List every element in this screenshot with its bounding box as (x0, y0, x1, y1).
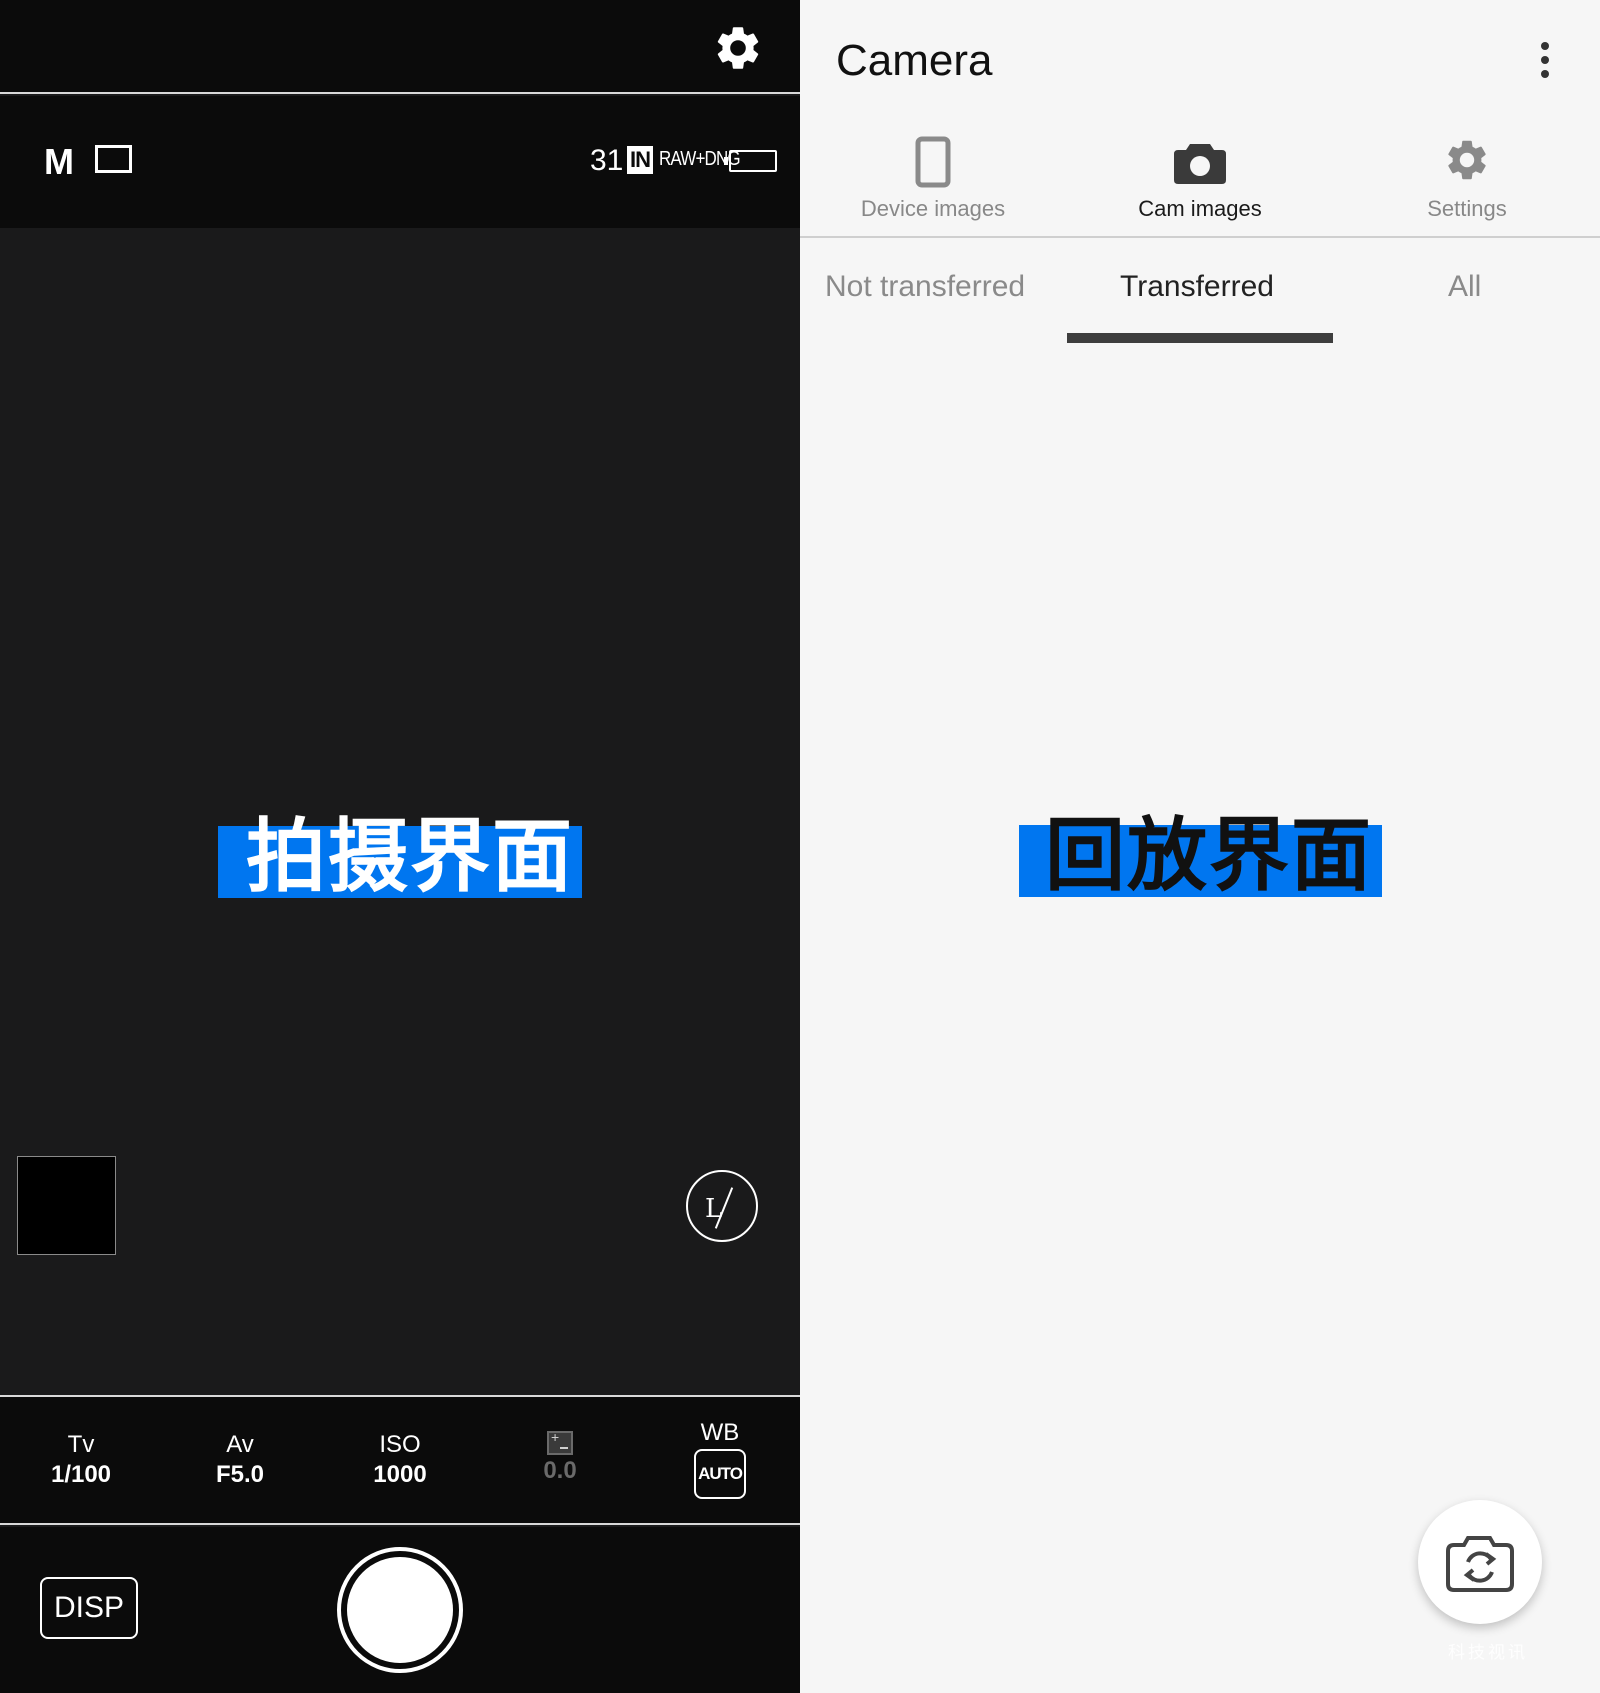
exposure-value: 1/100 (50, 1461, 112, 1488)
settings-gear-icon[interactable] (712, 22, 764, 74)
shutter-button[interactable] (337, 1547, 463, 1673)
shots-remaining: 31 (590, 144, 624, 177)
last-image-thumbnail[interactable] (17, 1156, 116, 1255)
watermark-text: 科技视讯 (1448, 1643, 1528, 1662)
nav-tab-label: Settings (1427, 196, 1507, 221)
battery-icon (724, 150, 777, 172)
phone-icon (915, 136, 951, 188)
nav-tab-label: Device images (860, 196, 1006, 221)
camera-switch-icon (1446, 1536, 1514, 1592)
tab-all[interactable]: All (1448, 270, 1481, 304)
shooting-bottom-bar: DISP (0, 1527, 800, 1693)
camera-icon (1174, 144, 1226, 184)
tab-cam-images[interactable]: Cam images (1067, 120, 1333, 236)
playback-overlay-label: 回放界面 (1019, 809, 1382, 902)
exposure-key: WB (700, 1419, 740, 1446)
exposure-value: 0.0 (543, 1457, 577, 1484)
active-tab-indicator (1067, 333, 1333, 343)
shooting-overlay-text: 拍摄界面 (246, 810, 574, 903)
disp-button[interactable]: DISP (40, 1577, 138, 1639)
more-options-icon[interactable] (1538, 40, 1552, 80)
exposure-settings-bar: Tv 1/100 Av F5.0 ISO 1000 0.0 WB AUTO (0, 1395, 800, 1525)
single-shot-drive-icon[interactable] (95, 145, 132, 173)
exposure-key: ISO (379, 1431, 421, 1458)
nav-tab-label: Cam images (1138, 196, 1262, 221)
shooting-screen: M 31 IN RAW+DNG 拍摄界面 L Tv 1/100 Av F5.0 … (0, 0, 800, 1693)
exposure-value: 1000 (373, 1461, 427, 1488)
app-title: Camera (836, 36, 993, 85)
exposure-value: F5.0 (215, 1461, 265, 1488)
main-nav-tabs: Device images Cam images Settings (800, 120, 1600, 238)
tab-device-images[interactable]: Device images (800, 120, 1066, 236)
shooting-mode[interactable]: M (44, 141, 74, 183)
playback-screen: Camera Device images Cam images Settings… (800, 0, 1600, 1693)
playback-overlay-text: 回放界面 (1045, 809, 1373, 902)
camera-status-bar: M 31 IN RAW+DNG (0, 96, 800, 228)
exposure-key: Tv (67, 1431, 95, 1458)
exposure-compensation-icon (547, 1429, 573, 1455)
switch-to-camera-button[interactable] (1418, 1500, 1542, 1624)
shooting-top-bar (0, 0, 800, 94)
exposure-key: Av (226, 1431, 254, 1458)
tab-transferred[interactable]: Transferred (1120, 270, 1274, 304)
tab-not-transferred[interactable]: Not transferred (825, 270, 1025, 304)
gear-icon (1448, 140, 1486, 180)
live-view-toggle[interactable]: L (686, 1170, 758, 1242)
internal-storage-icon: IN (627, 146, 653, 174)
shooting-overlay-label: 拍摄界面 (218, 810, 582, 903)
white-balance-auto-icon: AUTO (694, 1449, 746, 1499)
tab-settings[interactable]: Settings (1334, 120, 1600, 236)
transfer-filter-tabs: Not transferred Transferred All (800, 240, 1600, 350)
